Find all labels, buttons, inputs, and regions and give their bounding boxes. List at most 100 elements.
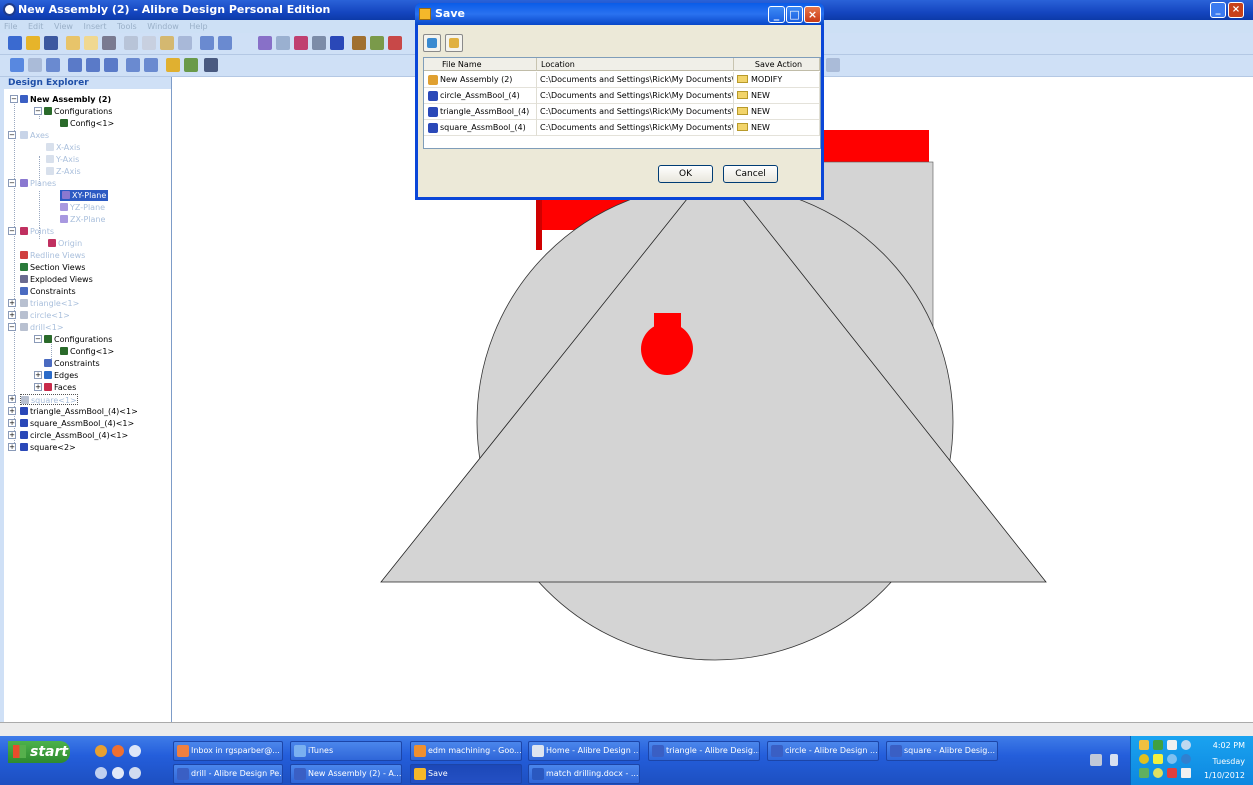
tree-node-drill-constraints[interactable]: Constraints [44,358,100,369]
menu-edit[interactable]: Edit [28,22,44,31]
tree-node-configurations[interactable]: Configurations [44,106,112,117]
task-edm-machining[interactable]: edm machining - Goo... [410,741,522,761]
axis-tool-icon[interactable] [276,36,290,50]
zoom-fit-icon[interactable] [28,58,42,72]
menu-view[interactable]: View [54,22,73,31]
tray-chevron-icon[interactable] [1110,754,1118,766]
tree-node-edges[interactable]: Edges [44,370,78,381]
collapse-toggle[interactable]: − [8,323,16,331]
tree-node-yz-plane[interactable]: YZ-Plane [60,202,105,213]
tray-sync-icon[interactable] [1181,740,1191,750]
undo-icon[interactable] [200,36,214,50]
tree-node-xy-plane[interactable]: XY-Plane [60,190,109,201]
dialog-minimize-button[interactable]: _ [768,6,785,23]
tree-node-root[interactable]: New Assembly (2) [20,94,111,105]
dialog-tool-2[interactable] [445,34,463,52]
tree-node-y-axis[interactable]: Y-Axis [46,154,79,165]
expand-toggle[interactable]: + [8,311,16,319]
new-icon[interactable] [8,36,22,50]
quicklaunch-help-icon[interactable] [112,767,124,779]
quicklaunch-ie-icon[interactable] [129,745,141,757]
tray-mail-icon[interactable] [1139,740,1149,750]
task-home-alibre[interactable]: Home - Alibre Design ... [528,741,640,761]
render-icon[interactable] [204,58,218,72]
tray-bluetooth-icon[interactable] [1167,754,1177,764]
column-save-action[interactable]: Save Action [734,58,820,71]
task-itunes[interactable]: iTunes [290,741,402,761]
tree-node-zx-plane[interactable]: ZX-Plane [60,214,105,225]
quicklaunch-media-icon[interactable] [129,767,141,779]
tree-node-section-views[interactable]: Section Views [20,262,85,273]
menu-help[interactable]: Help [189,22,207,31]
tray-usb-icon[interactable] [1153,768,1163,778]
explode-icon[interactable] [166,58,180,72]
tree-node-drill[interactable]: drill<1> [20,322,64,333]
tray-network-icon[interactable] [1153,740,1163,750]
collapse-toggle[interactable]: − [8,179,16,187]
zoom-window-icon[interactable] [104,58,118,72]
tree-node-drill-config[interactable]: Config<1> [60,346,114,357]
task-inbox[interactable]: Inbox in rgsparber@... [173,741,283,761]
table-row[interactable]: square_AssmBool_(4) C:\Documents and Set… [424,120,820,136]
quicklaunch-desktop-icon[interactable] [95,767,107,779]
menu-tools[interactable]: Tools [117,22,137,31]
tree-node-circle-bool[interactable]: circle_AssmBool_(4)<1> [20,430,128,441]
copy-icon[interactable] [142,36,156,50]
close-button[interactable]: × [1228,2,1244,18]
quicklaunch-firefox-icon[interactable] [95,745,107,757]
tray-warning-icon[interactable] [1181,768,1191,778]
expand-toggle[interactable]: + [34,371,42,379]
collapse-toggle[interactable]: − [34,335,42,343]
tray-volume-icon[interactable] [1167,740,1177,750]
task-match-drilling[interactable]: match drilling.docx - ... [528,764,640,784]
table-row[interactable]: New Assembly (2) C:\Documents and Settin… [424,72,820,88]
dialog-maximize-button[interactable]: □ [786,6,803,23]
tree-node-config[interactable]: Config<1> [60,118,114,129]
tree-node-square[interactable]: square<1> [20,394,78,405]
save-dialog-title-bar[interactable]: Save _ □ × [415,3,824,25]
expand-toggle[interactable]: + [8,443,16,451]
menu-insert[interactable]: Insert [84,22,107,31]
tree-node-circle[interactable]: circle<1> [20,310,70,321]
tree-node-redline-views[interactable]: Redline Views [20,250,85,261]
tree-node-square-2[interactable]: square<2> [20,442,76,453]
task-square-alibre[interactable]: square - Alibre Desig... [886,741,998,761]
tree-node-triangle-bool[interactable]: triangle_AssmBool_(4)<1> [20,406,138,417]
delete-icon[interactable] [178,36,192,50]
table-tool-icon[interactable] [312,36,326,50]
open-icon[interactable] [26,36,40,50]
point-tool-icon[interactable] [294,36,308,50]
task-circle-alibre[interactable]: circle - Alibre Design ... [767,741,879,761]
menu-file[interactable]: File [4,22,17,31]
tree-node-points[interactable]: Points [20,226,54,237]
clock-time[interactable]: 4:02 PM [1213,741,1245,750]
collapse-toggle[interactable]: − [34,107,42,115]
task-new-assembly[interactable]: New Assembly (2) - A... [290,764,402,784]
task-save-dialog[interactable]: Save [410,764,522,784]
next-view-icon[interactable] [144,58,158,72]
select-icon[interactable] [10,58,24,72]
table-row[interactable]: circle_AssmBool_(4) C:\Documents and Set… [424,88,820,104]
print-icon[interactable] [102,36,116,50]
tray-printer-icon[interactable] [1139,768,1149,778]
tree-node-faces[interactable]: Faces [44,382,76,393]
tree-node-constraints[interactable]: Constraints [20,286,76,297]
expand-toggle[interactable]: + [8,395,16,403]
paste-icon[interactable] [160,36,174,50]
cancel-button[interactable]: Cancel [723,165,778,183]
open-folder-icon[interactable] [66,36,80,50]
expand-toggle[interactable]: + [8,407,16,415]
expand-toggle[interactable]: + [34,383,42,391]
tray-update-icon[interactable] [1153,754,1163,764]
table-row[interactable]: triangle_AssmBool_(4) C:\Documents and S… [424,104,820,120]
zoom-in-icon[interactable] [68,58,82,72]
ok-button[interactable]: OK [658,165,713,183]
zoom-out-icon[interactable] [86,58,100,72]
menu-window[interactable]: Window [147,22,179,31]
tree-node-triangle[interactable]: triangle<1> [20,298,79,309]
analysis-tool-icon[interactable] [370,36,384,50]
cut-icon[interactable] [124,36,138,50]
rotate-icon[interactable] [46,58,60,72]
tree-node-planes[interactable]: Planes [20,178,56,189]
properties-icon[interactable] [84,36,98,50]
